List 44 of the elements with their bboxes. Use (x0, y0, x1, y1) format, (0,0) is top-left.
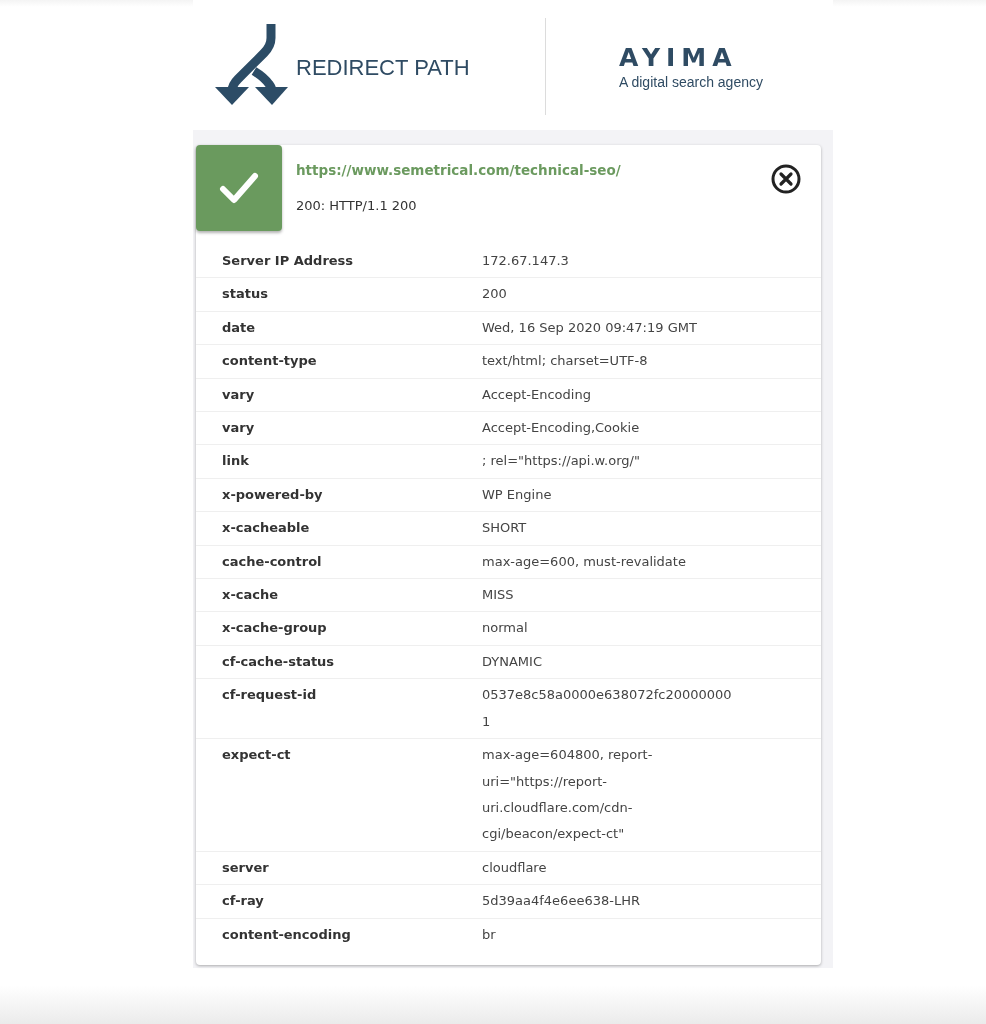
header-name-cell-text: date (221, 318, 257, 337)
header-name-cell-text: cache-control (221, 552, 323, 571)
header-value-cell-text: normal (482, 619, 529, 638)
partner-wordmark: AYIMA (619, 45, 739, 71)
header-value-cell-text: Wed, 16 Sep 2020 09:47:19 GMT (482, 318, 698, 337)
header-value-cell-text: WP Engine (482, 485, 553, 504)
header-name-cell-text: x-cache-group (221, 619, 328, 638)
header-value-cell-text: max-age=604800, report-uri="https://report-uri.cloudflare.com/cdn-cgi/beacon/expect-ct" (482, 746, 654, 844)
header-value-cell-text: 200 (482, 285, 508, 304)
header-value-cell-text: ; rel="https://api.w.org/" (482, 452, 641, 471)
header-value-cell-text: br (482, 925, 497, 944)
header-value-cell-text: 172.67.147.3 (482, 252, 570, 270)
header-name-cell-text: status (221, 285, 269, 304)
header-name-cell-text: cf-request-id (221, 686, 318, 705)
header-name-cell-text: vary (221, 419, 256, 438)
header-name-cell-text: Server IP Address (221, 252, 355, 270)
header-value-cell-text: MISS (482, 586, 515, 605)
header-value-cell-text: cloudflare (482, 858, 548, 877)
partner-tagline: A digital search agency (619, 73, 763, 91)
header-name-cell-text: cf-cache-status (221, 652, 336, 671)
header-name-cell-text: x-cache (221, 586, 280, 605)
header-value-cell-text: Accept-Encoding,Cookie (482, 419, 641, 438)
header-value-cell-text: 5d39aa4f4e6ee638-LHR (482, 892, 641, 911)
header-name-cell-text: content-encoding (221, 925, 352, 944)
header-name-cell-text: x-cacheable (221, 519, 311, 538)
header-value-cell-text: text/html; charset=UTF-8 (482, 352, 649, 371)
header-name-cell-text: link (221, 452, 250, 471)
header-name-cell-text: content-type (221, 352, 318, 371)
split-arrows-logo-icon (214, 24, 288, 106)
status-line: 200: HTTP/1.1 200 (296, 197, 418, 215)
header-value-cell-text: DYNAMIC (482, 652, 543, 671)
header-name-cell-text: vary (221, 385, 256, 404)
header-name-cell-text: x-powered-by (221, 485, 324, 504)
header-name-cell-text: expect-ct (221, 746, 292, 765)
close-button[interactable] (771, 164, 801, 194)
close-icon (771, 164, 801, 194)
header-value-cell-text: Accept-Encoding (482, 385, 592, 404)
header-value-cell-text: max-age=600, must-revalidate (482, 552, 687, 571)
header-name-cell-text: server (221, 858, 270, 877)
product-name: REDIRECT PATH (296, 55, 470, 81)
header-value-cell-text: 0537e8c58a0000e638072fc200000001 (482, 686, 733, 731)
header-name-cell-text: cf-ray (221, 892, 265, 911)
url-link[interactable]: https://www.semetrical.com/technical-seo/ (296, 160, 621, 180)
header-value-cell-text: SHORT (482, 519, 528, 538)
